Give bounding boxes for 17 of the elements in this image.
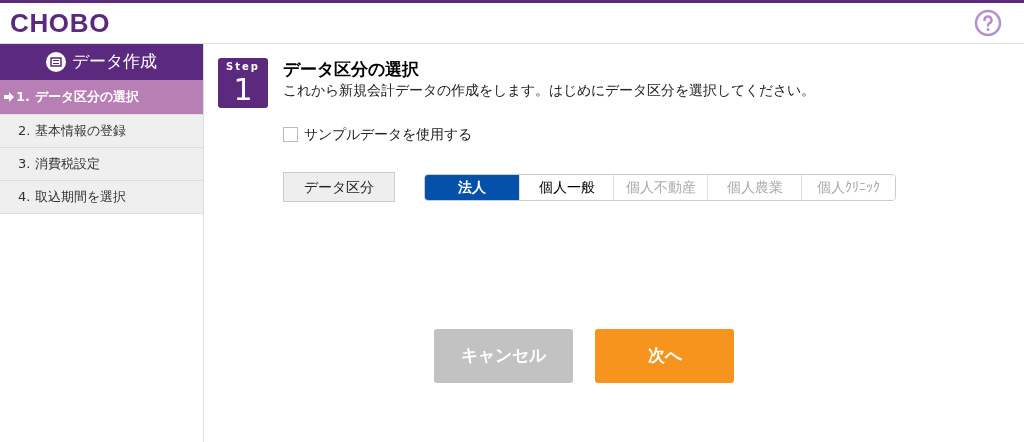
sidebar-header: データ作成 [0,44,203,80]
next-button[interactable]: 次へ [595,329,734,383]
help-icon[interactable] [974,9,1002,37]
sidebar-item[interactable]: 1. データ区分の選択 [0,80,203,115]
checkbox[interactable] [283,127,298,142]
step-title: データ区分の選択 [283,58,420,80]
sidebar-item[interactable]: 3. 消費税設定 [0,148,203,181]
field-label: データ区分 [283,172,395,202]
list-icon [46,52,66,72]
arrow-icon [4,92,14,102]
segment-option[interactable]: 法人 [425,174,519,200]
logo: CHOBO [10,6,111,40]
sidebar-item[interactable]: 2. 基本情報の登録 [0,115,203,148]
checkbox-label: サンプルデータを使用する [304,125,472,144]
step-badge: Step 1 [218,58,268,108]
step-description: これから新規会計データの作成をします。はじめにデータ区分を選択してください。 [283,81,815,100]
sidebar-item[interactable]: 4. 取込期間を選択 [0,181,203,214]
